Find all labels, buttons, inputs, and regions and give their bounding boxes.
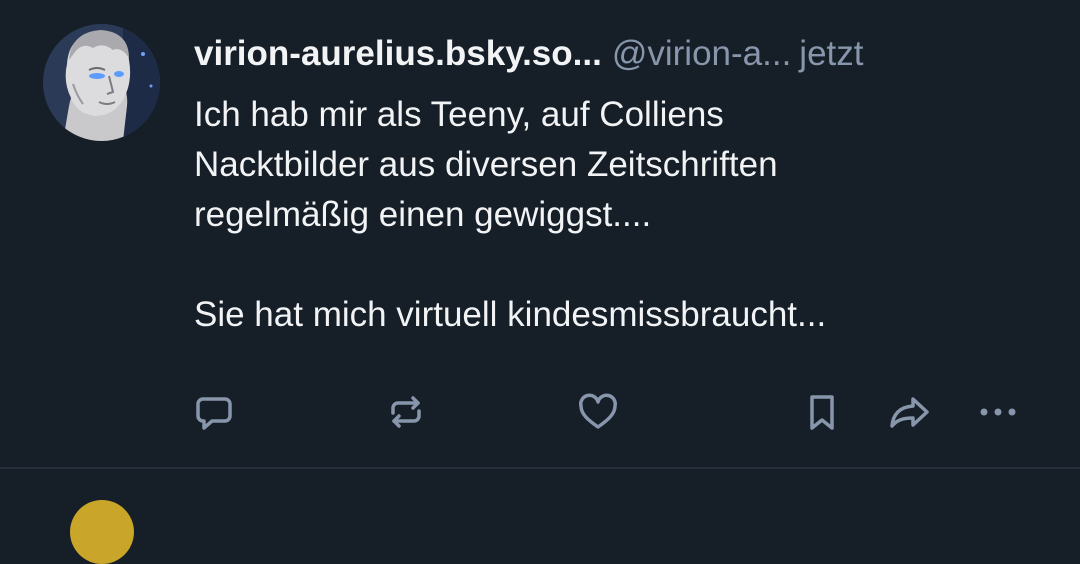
bookmark-icon [810, 395, 834, 430]
bookmark-button[interactable] [800, 390, 844, 434]
share-icon [890, 397, 929, 428]
post-divider [0, 467, 1080, 469]
more-options-button[interactable] [976, 390, 1020, 434]
reply-button[interactable] [192, 390, 236, 434]
post-actions [0, 0, 1080, 468]
more-options-icon [980, 408, 1016, 416]
next-post-avatar[interactable] [70, 500, 134, 564]
heart-icon [579, 393, 617, 429]
repost-button[interactable] [384, 390, 428, 434]
share-button[interactable] [888, 390, 932, 434]
feed-post[interactable]: virion-aurelius.bsky.so... @virion-a... je… [0, 0, 1080, 468]
repost-icon [391, 396, 421, 428]
reply-icon [196, 397, 232, 430]
like-button[interactable] [576, 390, 620, 434]
